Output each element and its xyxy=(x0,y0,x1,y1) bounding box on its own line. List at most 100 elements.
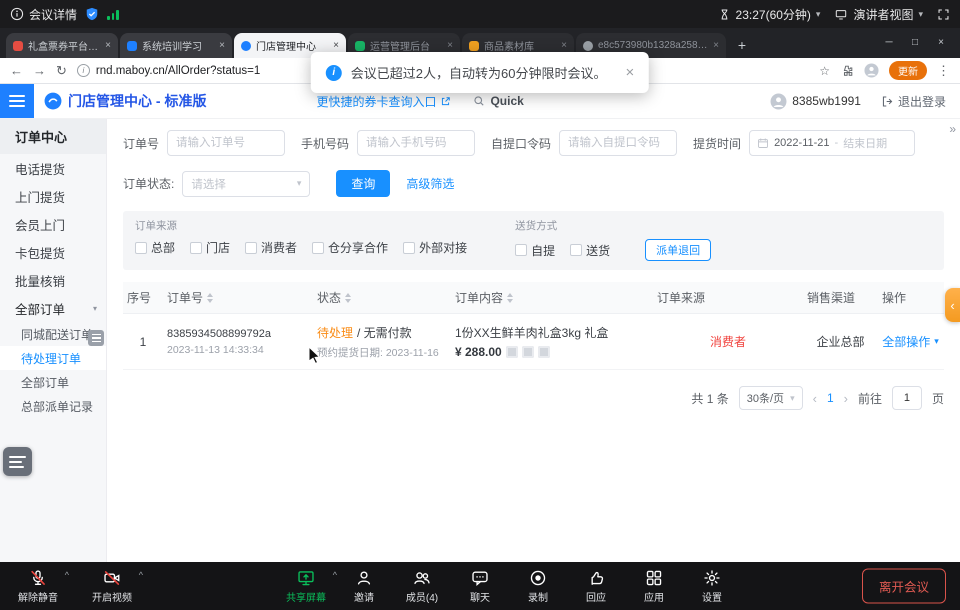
sort-icon[interactable] xyxy=(507,293,513,303)
sidebar-group-all-orders[interactable]: 全部订单 ▾ xyxy=(0,294,106,322)
collapse-double-chevron-icon[interactable]: » xyxy=(949,122,954,136)
leave-meeting-button[interactable]: 离开会议 xyxy=(862,569,946,604)
sidebar-subitem-pending-orders[interactable]: 待处理订单 xyxy=(0,346,106,370)
apps-button[interactable]: 应用 xyxy=(630,569,678,604)
site-info-icon[interactable]: i xyxy=(77,64,90,77)
fullscreen-icon[interactable] xyxy=(937,8,950,21)
browser-tab-2[interactable]: 系统培训学习× xyxy=(120,33,232,58)
share-screen-button[interactable]: 共享屏幕 ^ xyxy=(282,569,330,604)
page-number[interactable]: 1 xyxy=(827,391,834,405)
sidebar-item-member-visit[interactable]: 会员上门 xyxy=(0,210,106,238)
browser-update-button[interactable]: 更新 xyxy=(889,61,927,80)
prev-page-button[interactable]: ‹ xyxy=(813,391,817,406)
profile-avatar[interactable] xyxy=(864,63,879,78)
toast-close-icon[interactable]: × xyxy=(625,64,634,81)
sidebar-item-batch-verify[interactable]: 批量核销 xyxy=(0,266,106,294)
window-minimize-button[interactable]: ─ xyxy=(876,28,902,58)
settings-button[interactable]: 设置 xyxy=(688,569,736,604)
sort-icon[interactable] xyxy=(345,293,351,303)
account-menu[interactable]: 8385wb1991 xyxy=(770,93,861,110)
quick-search[interactable]: Quick xyxy=(473,94,523,108)
checkbox-share-coop[interactable]: 仓分享合作 xyxy=(312,239,388,256)
chat-button[interactable]: 聊天 xyxy=(456,569,504,604)
chevron-down-icon: ▾ xyxy=(918,9,923,20)
pickup-code-label: 自提口令码 xyxy=(491,135,551,152)
date-range-picker[interactable]: 2022-11-21 - 结束日期 xyxy=(749,130,915,156)
date-end-placeholder: 结束日期 xyxy=(843,135,887,151)
tab-close-icon[interactable]: × xyxy=(713,40,719,51)
tab-close-icon[interactable]: × xyxy=(561,40,567,51)
col-action: 操作 xyxy=(878,289,943,306)
sidebar-item-door-pickup[interactable]: 上门提货 xyxy=(0,182,106,210)
video-panel-collapse-handle[interactable]: ‹ xyxy=(945,288,960,322)
gift-icon[interactable] xyxy=(522,346,534,358)
tab-close-icon[interactable]: × xyxy=(333,40,339,51)
chevron-down-icon[interactable]: ▾ xyxy=(934,336,939,347)
goto-page-input[interactable] xyxy=(892,386,922,410)
back-icon[interactable]: ← xyxy=(10,63,23,78)
hamburger-menu-button[interactable] xyxy=(0,84,34,118)
checkbox-store[interactable]: 门店 xyxy=(190,239,230,256)
phone-input[interactable] xyxy=(357,130,475,156)
window-close-button[interactable]: × xyxy=(928,28,954,58)
logout-button[interactable]: 退出登录 xyxy=(881,93,946,110)
extensions-puzzle-icon[interactable] xyxy=(840,64,854,78)
username: 8385wb1991 xyxy=(792,94,861,108)
bookmark-star-icon[interactable]: ☆ xyxy=(819,64,830,78)
search-button[interactable]: 查询 xyxy=(336,170,390,197)
record-button[interactable]: 录制 xyxy=(514,569,562,604)
next-page-button[interactable]: › xyxy=(844,391,848,406)
new-tab-button[interactable]: + xyxy=(731,34,753,56)
all-actions-dropdown[interactable]: 全部操作 xyxy=(882,333,930,350)
checkbox-consumer[interactable]: 消费者 xyxy=(245,239,297,256)
meeting-details-button[interactable]: 会议详情 xyxy=(10,6,77,23)
order-status-value: 请选择 xyxy=(191,176,226,192)
security-shield-icon[interactable] xyxy=(85,7,99,21)
network-signal-icon[interactable] xyxy=(107,9,119,20)
order-status-select[interactable]: 请选择 ▾ xyxy=(182,171,310,197)
view-mode-label: 演讲者视图 xyxy=(853,6,913,23)
checkbox-external[interactable]: 外部对接 xyxy=(403,239,467,256)
forward-icon[interactable]: → xyxy=(33,63,46,78)
sidebar-item-phone-pickup[interactable]: 电话提货 xyxy=(0,154,106,182)
checkbox-icon xyxy=(245,242,257,254)
tab-close-icon[interactable]: × xyxy=(105,40,111,51)
table-header: 序号 订单号 状态 订单内容 订单来源 销售渠道 操作 xyxy=(123,282,944,314)
start-video-button[interactable]: 开启视频 ^ xyxy=(88,569,136,604)
window-maximize-button[interactable]: □ xyxy=(902,28,928,58)
view-mode-control[interactable]: 演讲者视图 ▾ xyxy=(834,6,923,23)
reload-icon[interactable]: ↻ xyxy=(56,63,67,79)
sidebar-subitem-all-orders[interactable]: 全部订单 xyxy=(0,370,106,394)
reactions-button[interactable]: 回应 xyxy=(572,569,620,604)
tab-close-icon[interactable]: × xyxy=(447,40,453,51)
pickup-date: 预约提货日期: 2023-11-16 xyxy=(317,345,439,360)
tab-close-icon[interactable]: × xyxy=(219,40,225,51)
cell-channel: 企业总部 xyxy=(803,333,878,350)
dispatch-return-button[interactable]: 派单退回 xyxy=(645,239,711,261)
checkbox-delivery[interactable]: 送货 xyxy=(570,242,610,259)
sidebar-subitem-hq-dispatch-log[interactable]: 总部派单记录 xyxy=(0,394,106,418)
pickup-code-input[interactable] xyxy=(559,130,677,156)
chevron-up-icon[interactable]: ^ xyxy=(333,570,337,580)
drag-handle-widget[interactable] xyxy=(88,330,104,346)
invite-button[interactable]: 邀请 xyxy=(340,569,388,604)
image-icon[interactable] xyxy=(506,346,518,358)
checkbox-self-pickup[interactable]: 自提 xyxy=(515,242,555,259)
sidebar-item-card-pickup[interactable]: 卡包提货 xyxy=(0,238,106,266)
browser-menu-icon[interactable]: ⋮ xyxy=(937,63,950,79)
advanced-filter-link[interactable]: 高级筛选 xyxy=(406,175,454,192)
unmute-button[interactable]: 解除静音 ^ xyxy=(14,569,62,604)
chevron-up-icon[interactable]: ^ xyxy=(65,570,69,580)
checkbox-hq[interactable]: 总部 xyxy=(135,239,175,256)
floating-menu-widget[interactable] xyxy=(3,447,32,476)
browser-tab-1[interactable]: 礼盒票券平台管理中心× xyxy=(6,33,118,58)
device-icon[interactable] xyxy=(538,346,550,358)
chevron-up-icon[interactable]: ^ xyxy=(139,570,143,580)
members-button[interactable]: 成员(4) xyxy=(398,569,446,604)
sort-icon[interactable] xyxy=(207,293,213,303)
per-page-select[interactable]: 30条/页 ▾ xyxy=(739,386,803,410)
coupon-query-link[interactable]: 更快捷的券卡查询入口 xyxy=(316,93,451,110)
order-no-input[interactable] xyxy=(167,130,285,156)
meeting-timer-control[interactable]: 23:27(60分钟) ▾ xyxy=(718,6,821,23)
checkbox-icon xyxy=(190,242,202,254)
